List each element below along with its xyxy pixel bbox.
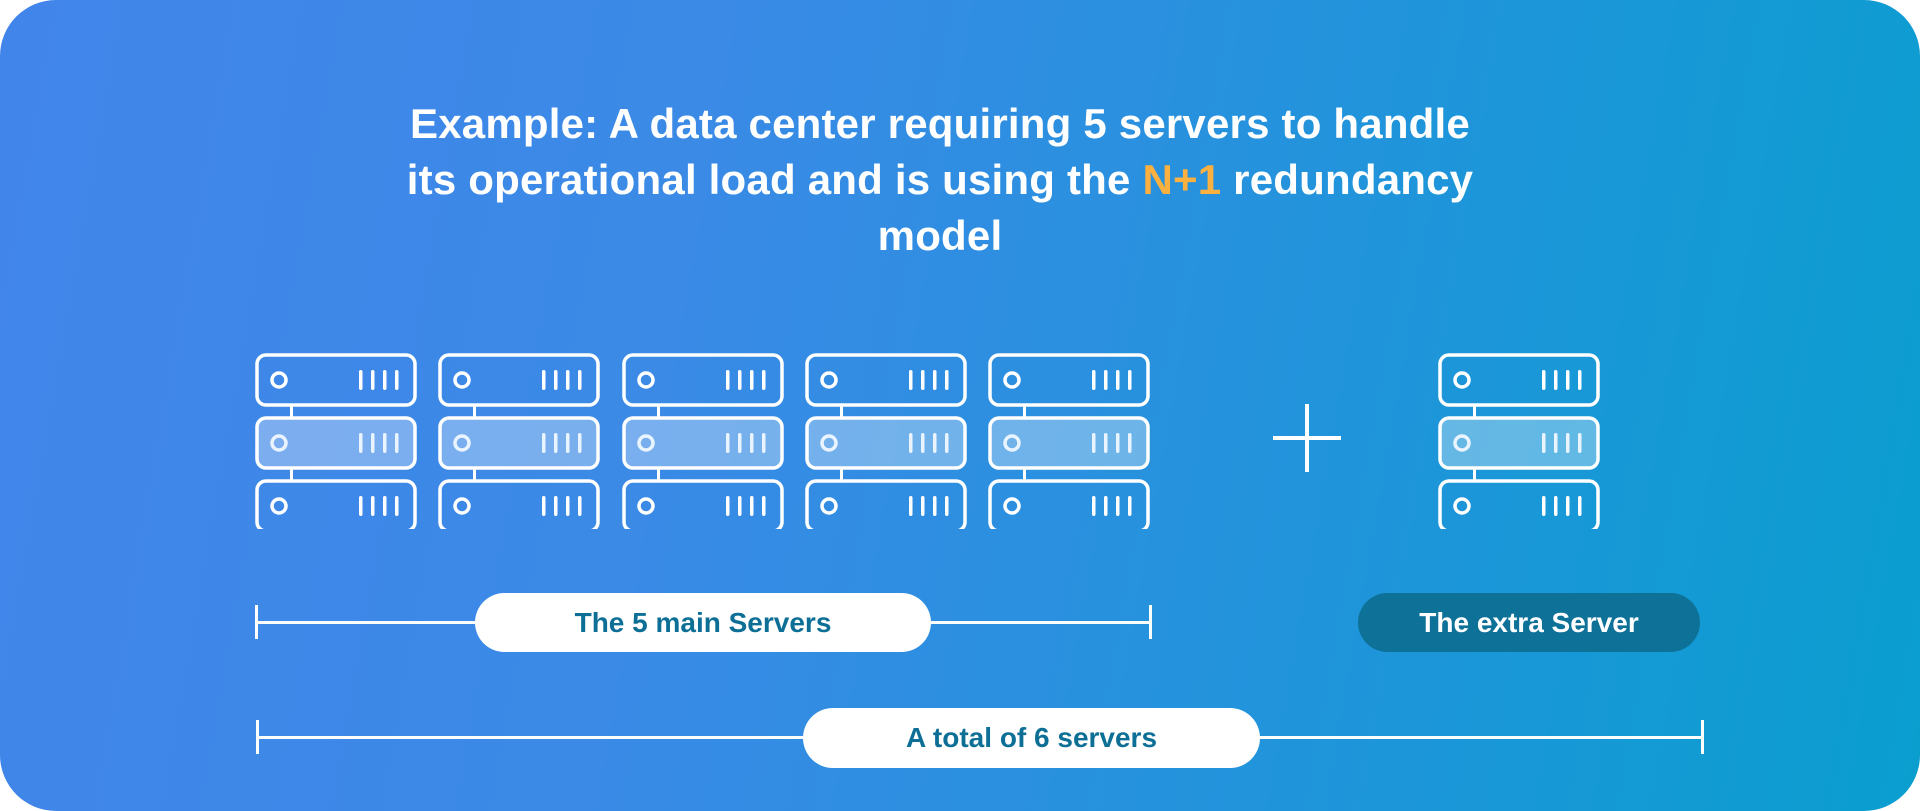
extra-server-rack-icon (1438, 353, 1600, 529)
server-rack-icon (622, 353, 784, 529)
main-servers-label: The 5 main Servers (475, 593, 931, 652)
bracket-tick-left (256, 720, 259, 754)
plus-icon (1273, 404, 1341, 472)
server-rack-icon (988, 353, 1150, 529)
bracket-tick-right (1701, 720, 1704, 754)
server-rack-icon (438, 353, 600, 529)
title-line-2-after: redundancy (1221, 156, 1474, 203)
title-line-2: its operational load and is using the N+… (290, 152, 1590, 208)
bracket-tick-left (255, 605, 258, 639)
extra-server-label: The extra Server (1358, 593, 1700, 652)
server-rack-icon (255, 353, 417, 529)
title-highlight-n-plus-1: N+1 (1142, 156, 1222, 203)
diagram-card: Example: A data center requiring 5 serve… (0, 0, 1920, 811)
total-servers-label: A total of 6 servers (803, 708, 1260, 768)
title-line-2-before: its operational load and is using the (406, 156, 1143, 203)
bracket-tick-right (1149, 605, 1152, 639)
title-line-1: Example: A data center requiring 5 serve… (410, 100, 1470, 147)
diagram-title: Example: A data center requiring 5 serve… (290, 96, 1590, 264)
server-rack-icon (805, 353, 967, 529)
title-line-3: model (877, 212, 1003, 259)
